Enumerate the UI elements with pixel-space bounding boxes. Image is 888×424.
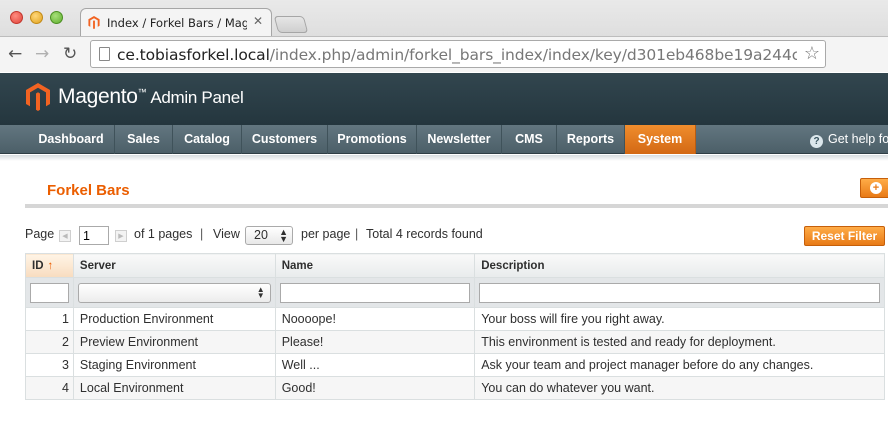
- page-label: Page: [25, 227, 55, 241]
- nav-shadow: [0, 155, 888, 161]
- filter-cell: [274, 277, 476, 308]
- cell-server: Preview Environment: [72, 330, 276, 354]
- chevron-updown-icon: ▲ ▼: [256, 284, 265, 300]
- magento-logo-icon: [26, 83, 50, 111]
- of-pages-text: of 1 pages: [134, 227, 193, 241]
- cell-server: Production Environment: [72, 307, 276, 331]
- url-text[interactable]: ce.tobiasforkel.local/index.php/admin/fo…: [117, 46, 797, 64]
- browser-toolbar: ← → ↻ ce.tobiasforkel.local/index.php/ad…: [0, 36, 888, 72]
- cell-name: Well ...: [274, 353, 476, 377]
- reset-filter-button[interactable]: Reset Filter: [804, 226, 885, 246]
- pager-separator: |: [200, 227, 204, 241]
- brand-subtitle: Admin Panel: [150, 88, 244, 107]
- help-link[interactable]: ? Get help fo: [810, 132, 888, 148]
- cell-description: You can do whatever you want.: [474, 376, 885, 400]
- cell-name: Noooope!: [274, 307, 476, 331]
- page-title: Forkel Bars: [47, 182, 130, 199]
- table-row[interactable]: 3 Staging Environment Well ... Ask your …: [25, 353, 885, 377]
- sort-ascending-icon: ↑: [47, 259, 54, 272]
- column-header-id[interactable]: ID ↑: [25, 253, 74, 278]
- table-row[interactable]: 2 Preview Environment Please! This envir…: [25, 330, 885, 354]
- nav-item-promotions[interactable]: Promotions: [328, 125, 417, 154]
- minimize-window-button[interactable]: [30, 11, 43, 24]
- tab-close-icon[interactable]: ✕: [253, 14, 263, 28]
- browser-tab[interactable]: Index / Forkel Bars / Mage ✕: [80, 8, 272, 36]
- main-nav: Dashboard Sales Catalog Customers Promot…: [0, 125, 888, 154]
- trademark: ™: [137, 87, 147, 97]
- star-icon[interactable]: ☆: [804, 43, 820, 64]
- help-icon: ?: [810, 135, 823, 148]
- filter-name-input[interactable]: [279, 282, 471, 303]
- filter-server-select[interactable]: ▲ ▼: [77, 282, 271, 303]
- total-records-text: Total 4 records found: [366, 227, 483, 241]
- view-label: View: [213, 227, 240, 241]
- filter-id-input[interactable]: [30, 282, 69, 303]
- column-header-server[interactable]: Server: [72, 253, 276, 278]
- column-header-description[interactable]: Description: [474, 253, 885, 278]
- cell-id: 1: [25, 307, 74, 331]
- new-tab-button[interactable]: [273, 16, 309, 33]
- table-row[interactable]: 1 Production Environment Noooope! Your b…: [25, 307, 885, 331]
- nav-item-catalog[interactable]: Catalog: [173, 125, 242, 154]
- per-page-text: per page: [301, 227, 351, 241]
- zoom-window-button[interactable]: [50, 11, 63, 24]
- nav-item-cms[interactable]: CMS: [502, 125, 557, 154]
- cell-name: Please!: [274, 330, 476, 354]
- per-page-select[interactable]: 20 ▲ ▼: [245, 226, 293, 245]
- admin-header: Magento™ Admin Panel: [0, 73, 888, 125]
- cell-server: Local Environment: [72, 376, 276, 400]
- page-icon: [99, 47, 110, 61]
- cell-id: 4: [25, 376, 74, 400]
- filter-cell: [474, 277, 885, 308]
- nav-item-system[interactable]: System: [625, 125, 696, 154]
- nav-item-sales[interactable]: Sales: [115, 125, 173, 154]
- help-label: Get help fo: [828, 132, 888, 146]
- grid-header-row: ID ↑ Server Name Description: [25, 253, 885, 278]
- url-path: /index.php/admin/forkel_bars_index/index…: [269, 46, 797, 64]
- nav-item-dashboard[interactable]: Dashboard: [28, 125, 115, 154]
- tab-title: Index / Forkel Bars / Mage: [107, 16, 247, 30]
- cell-server: Staging Environment: [72, 353, 276, 377]
- prev-page-icon[interactable]: ◀: [59, 230, 71, 242]
- reload-icon[interactable]: ↻: [63, 44, 77, 64]
- title-divider: [25, 204, 888, 208]
- column-header-name[interactable]: Name: [274, 253, 476, 278]
- page-number-input[interactable]: [79, 226, 109, 245]
- url-host: ce.tobiasforkel.local: [117, 46, 270, 64]
- cell-id: 3: [25, 353, 74, 377]
- filter-cell: [25, 277, 74, 308]
- browser-chrome: Index / Forkel Bars / Mage ✕ ← → ↻ ce.to…: [0, 0, 888, 72]
- grid-filter-row: ▲ ▼: [25, 277, 885, 308]
- filter-cell: ▲ ▼: [72, 277, 276, 308]
- filter-description-input[interactable]: [479, 282, 880, 303]
- column-header-label: ID: [32, 259, 44, 272]
- nav-item-newsletter[interactable]: Newsletter: [417, 125, 502, 154]
- magento-logo-icon: [88, 16, 100, 29]
- cell-description: This environment is tested and ready for…: [474, 330, 885, 354]
- nav-item-customers[interactable]: Customers: [242, 125, 328, 154]
- brand-name: Magento: [58, 85, 138, 108]
- cell-description: Ask your team and project manager before…: [474, 353, 885, 377]
- pager-separator: |: [355, 227, 359, 241]
- close-window-button[interactable]: [10, 11, 23, 24]
- address-bar[interactable]: ce.tobiasforkel.local/index.php/admin/fo…: [90, 40, 826, 68]
- next-page-icon[interactable]: ▶: [115, 230, 127, 242]
- cell-name: Good!: [274, 376, 476, 400]
- back-arrow-icon[interactable]: ←: [8, 44, 22, 64]
- table-row[interactable]: 4 Local Environment Good! You can do wha…: [25, 376, 885, 400]
- cell-id: 2: [25, 330, 74, 354]
- add-new-button[interactable]: +: [860, 178, 888, 198]
- per-page-value: 20: [254, 228, 268, 242]
- data-grid: ID ↑ Server Name Description ▲ ▼ 1 Product…: [25, 253, 885, 400]
- add-icon: +: [870, 182, 882, 194]
- chevron-updown-icon: ▲ ▼: [279, 227, 288, 244]
- forward-arrow-icon[interactable]: →: [35, 44, 49, 64]
- logo-text[interactable]: Magento™ Admin Panel: [58, 85, 244, 109]
- cell-description: Your boss will fire you right away.: [474, 307, 885, 331]
- nav-item-reports[interactable]: Reports: [557, 125, 625, 154]
